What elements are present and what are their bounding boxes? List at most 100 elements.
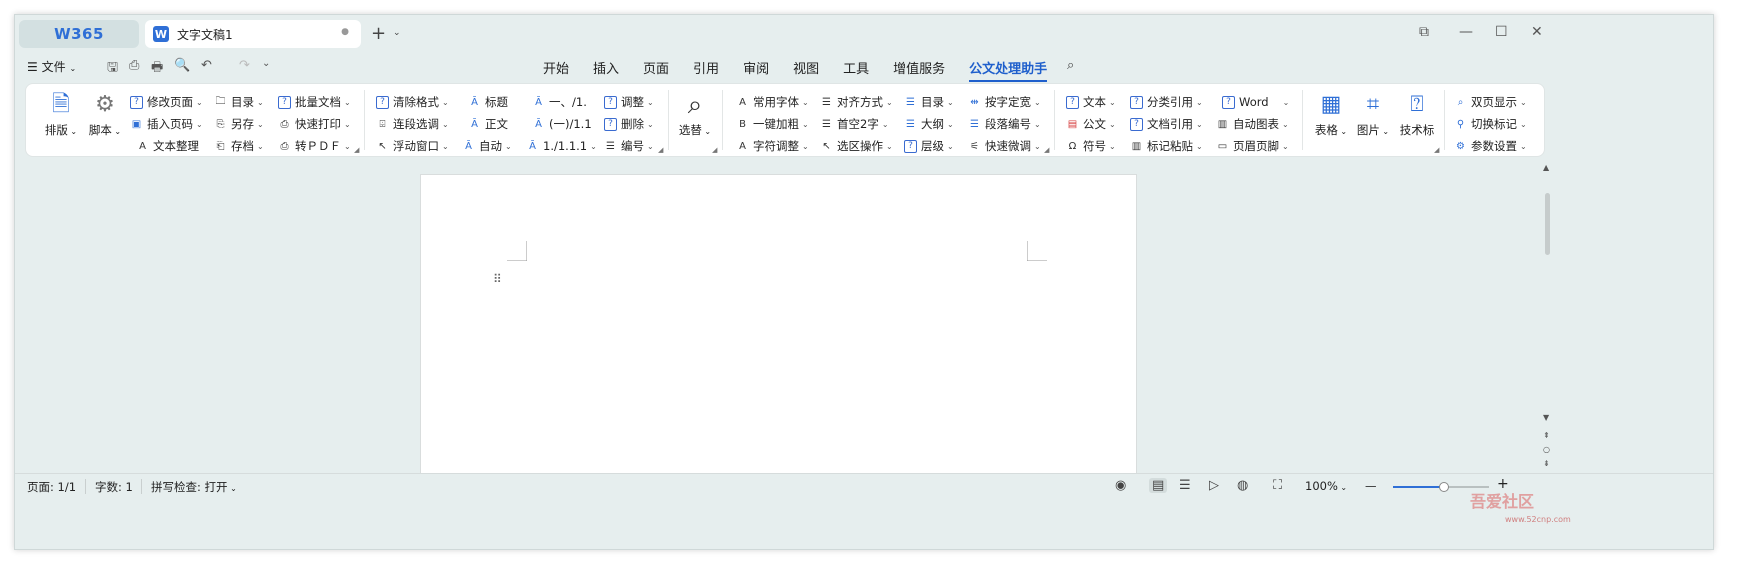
numbering-level1-button[interactable]: Ā 一、/1.	[532, 93, 587, 111]
find-replace-button[interactable]: ⌕ 选替 ⌄	[672, 90, 718, 152]
browse-object-icon[interactable]: ○	[1543, 445, 1550, 454]
to-pdf-button[interactable]: ⎙ 转ＰＤＦ ⌄	[278, 137, 351, 155]
paragraph-numbering-button[interactable]: ☰ 段落编号 ⌄	[968, 115, 1041, 133]
format-painter-icon[interactable]: ⎙	[129, 58, 139, 73]
auto-style-button[interactable]: Ā 自动 ⌄	[462, 137, 512, 155]
body-style-button[interactable]: Ā 正文	[468, 115, 508, 133]
quick-tune-button[interactable]: ⚟ 快速微调 ⌄	[968, 137, 1041, 155]
image-button[interactable]: ⌗ 图片 ⌄	[1350, 90, 1396, 152]
selection-ops-button[interactable]: ↖ 选区操作 ⌄	[820, 137, 892, 155]
redo-icon[interactable]: ↷	[239, 58, 250, 73]
scroll-down-icon[interactable]: ▼	[1543, 413, 1549, 422]
search-icon[interactable]: ⌕	[1067, 58, 1074, 73]
group-expand-icon[interactable]: ◢	[712, 146, 717, 154]
tab-official-doc-assistant[interactable]: 公文处理助手	[957, 56, 1059, 82]
archive-button[interactable]: ⎗ 存档 ⌄	[214, 137, 264, 155]
unsaved-dot-icon[interactable]: ●	[341, 27, 349, 37]
tab-insert[interactable]: 插入	[581, 56, 631, 79]
tab-review[interactable]: 审阅	[731, 56, 781, 79]
heading-style-button[interactable]: Ā 标题	[468, 93, 508, 111]
word-button[interactable]: ? Word ⌄	[1222, 93, 1289, 111]
drag-handle-icon[interactable]: ⠿	[493, 272, 503, 286]
zoom-slider-filled[interactable]	[1393, 486, 1443, 488]
insert-page-number-button[interactable]: ▣ 插入页码 ⌄	[130, 115, 203, 133]
print-icon[interactable]: 🖶	[151, 58, 163, 80]
eye-protection-icon[interactable]: ◉	[1115, 478, 1126, 493]
scrollbar-thumb[interactable]	[1545, 193, 1550, 255]
file-menu-button[interactable]: ☰ 文件 ⌄	[27, 58, 76, 75]
undo-icon[interactable]: ↶	[201, 58, 212, 73]
save-as-button[interactable]: ⎘ 另存 ⌄	[214, 115, 264, 133]
tab-tools[interactable]: 工具	[831, 56, 881, 79]
select-paragraphs-button[interactable]: ⌹ 连段选调 ⌄	[376, 115, 449, 133]
minimize-button[interactable]: —	[1459, 24, 1473, 40]
restore-layout-button[interactable]: ⧉	[1419, 24, 1429, 40]
close-button[interactable]: ✕	[1531, 24, 1543, 40]
page-view-icon[interactable]: ▤	[1149, 478, 1168, 493]
auto-chart-button[interactable]: ▥ 自动图表 ⌄	[1216, 115, 1289, 133]
layout-button[interactable]: 🗎 排版 ⌄	[38, 90, 84, 152]
document-page[interactable]: ⠿	[420, 174, 1137, 476]
header-footer-button[interactable]: ▭ 页眉页脚 ⌄	[1216, 137, 1289, 155]
char-adjust-button[interactable]: A 字符调整 ⌄	[736, 137, 809, 155]
official-doc-button[interactable]: ▤ 公文 ⌄	[1066, 115, 1116, 133]
alignment-button[interactable]: ☰ 对齐方式 ⌄	[820, 93, 893, 111]
group-expand-icon[interactable]: ◢	[1434, 146, 1439, 154]
outline-toc-button[interactable]: ☰ 目录 ⌄	[904, 93, 954, 111]
fit-screen-icon[interactable]: ⛶	[1273, 478, 1282, 493]
settings-button[interactable]: ⚙ 参数设置 ⌄	[1454, 137, 1527, 155]
doc-reference-button[interactable]: ? 文档引用 ⌄	[1130, 115, 1203, 133]
word-count[interactable]: 字数: 1	[95, 479, 133, 495]
tab-start[interactable]: 开始	[531, 56, 581, 79]
document-tab[interactable]: W 文字文稿1 ●	[145, 20, 361, 48]
common-fonts-button[interactable]: A 常用字体 ⌄	[736, 93, 809, 111]
vertical-scrollbar[interactable]: ▲ ▼ ⇞ ○ ⇟	[1541, 163, 1555, 475]
tech-bid-button[interactable]: ⍰ 技术标	[1394, 90, 1440, 152]
page-indicator[interactable]: 页面: 1/1	[27, 479, 76, 495]
one-click-bold-button[interactable]: B 一键加粗 ⌄	[736, 115, 809, 133]
scroll-up-icon[interactable]: ▲	[1543, 163, 1549, 172]
zoom-out-button[interactable]: —	[1365, 479, 1377, 493]
symbol-button[interactable]: Ω 符号 ⌄	[1066, 137, 1116, 155]
spell-check-toggle[interactable]: 拼写检查: 打开 ⌄	[151, 479, 237, 495]
clear-format-button[interactable]: ? 清除格式 ⌄	[376, 93, 449, 111]
tab-reference[interactable]: 引用	[681, 56, 731, 79]
home-tab-w365[interactable]: W365	[19, 20, 139, 48]
play-icon[interactable]: ▷	[1209, 478, 1219, 493]
fixed-width-button[interactable]: ⇹ 按字定宽 ⌄	[968, 93, 1040, 111]
floating-window-button[interactable]: ↖ 浮动窗口 ⌄	[376, 137, 448, 155]
save-icon[interactable]: 🖫	[107, 58, 118, 80]
outline-view-icon[interactable]: ☰	[1179, 478, 1191, 493]
mark-paste-button[interactable]: ▥ 标记粘贴 ⌄	[1130, 137, 1203, 155]
prev-page-icon[interactable]: ⇞	[1543, 431, 1550, 440]
modify-page-button[interactable]: ? 修改页面 ⌄	[130, 93, 203, 111]
category-reference-button[interactable]: ? 分类引用 ⌄	[1130, 93, 1203, 111]
table-button[interactable]: ▦ 表格 ⌄	[1308, 90, 1354, 152]
group-expand-icon[interactable]: ◢	[1044, 146, 1049, 154]
numbering-level2-button[interactable]: Ā (一)/1.1	[532, 115, 592, 133]
zoom-level[interactable]: 100% ⌄	[1305, 479, 1347, 493]
delete-button[interactable]: ? 删除 ⌄	[604, 115, 654, 133]
maximize-button[interactable]: ☐	[1495, 24, 1508, 40]
group-expand-icon[interactable]: ◢	[658, 146, 663, 154]
tab-page[interactable]: 页面	[631, 56, 681, 79]
quick-access-more-icon[interactable]: ⌄	[262, 58, 270, 69]
toc-button[interactable]: 🗀 目录 ⌄	[214, 93, 264, 111]
web-view-icon[interactable]: ◍	[1237, 478, 1248, 493]
batch-doc-button[interactable]: ? 批量文档 ⌄	[278, 93, 351, 111]
toggle-marks-button[interactable]: ⚲ 切换标记 ⌄	[1454, 115, 1527, 133]
print-preview-icon[interactable]: 🔍	[174, 58, 190, 73]
text-button[interactable]: ? 文本 ⌄	[1066, 93, 1116, 111]
new-tab-button[interactable]: +	[371, 23, 386, 44]
quick-print-button[interactable]: ⎙ 快速打印 ⌄	[278, 115, 351, 133]
next-page-icon[interactable]: ⇟	[1543, 459, 1550, 468]
script-button[interactable]: ⚙ 脚本 ⌄	[82, 90, 128, 152]
numbering-level3-button[interactable]: Ā 1./1.1.1 ⌄	[526, 137, 597, 155]
tab-view[interactable]: 视图	[781, 56, 831, 79]
zoom-slider-knob[interactable]	[1439, 482, 1449, 492]
group-expand-icon[interactable]: ◢	[354, 146, 359, 154]
level-button[interactable]: ? 层级 ⌄	[904, 137, 954, 155]
outline-button[interactable]: ☰ 大纲 ⌄	[904, 115, 954, 133]
numbering-button[interactable]: ☰ 编号 ⌄	[604, 137, 654, 155]
adjust-button[interactable]: ? 调整 ⌄	[604, 93, 654, 111]
